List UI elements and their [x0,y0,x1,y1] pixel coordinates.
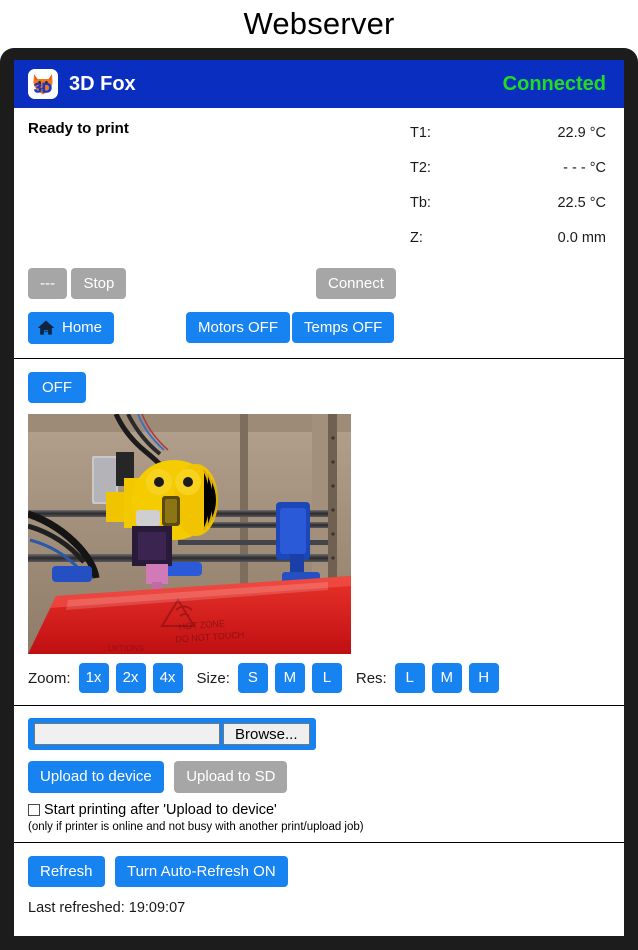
upload-section: Browse... Upload to device Upload to SD … [14,706,624,841]
upload-to-device-button[interactable]: Upload to device [28,761,164,793]
temp-value-tb: 22.5 °C [557,195,606,211]
house-icon [36,318,56,338]
temp-row-tb: Tb: 22.5 °C [410,186,606,221]
pause-button[interactable]: --- [28,268,67,300]
temperature-readouts: T1: 22.9 °C T2: - - - °C Tb: 22.5 °C Z: … [410,116,606,256]
screenshot-root: Webserver 3D 3D Fox Connected Ready to p… [0,0,638,950]
size-m-button[interactable]: M [274,663,305,694]
temp-label-t1: T1: [410,125,431,141]
webcam-controls: Zoom: 1x 2x 4x Size: S M L Res: L M H [28,663,624,694]
page-title: Webserver [243,6,395,41]
temp-label-tb: Tb: [410,195,431,211]
connect-button[interactable]: Connect [316,268,396,300]
app-header: 3D 3D Fox Connected [14,60,624,108]
autostart-row: Start printing after 'Upload to device' [28,802,624,818]
temp-row-t1: T1: 22.9 °C [410,116,606,151]
zoom-label: Zoom: [28,669,71,687]
stop-button[interactable]: Stop [71,268,127,300]
home-button[interactable]: Home [28,312,115,344]
res-h-button[interactable]: H [468,663,499,694]
upload-buttons-row: Upload to device Upload to SD [28,761,624,793]
webcam-section: OFF HOT ZONE DO NOT TOUCH UKTIONS Zoom: … [14,359,624,705]
refresh-section: Refresh Turn Auto-Refresh ON Last refres… [14,843,624,916]
zoom-2x-button[interactable]: 2x [115,663,146,694]
webcam-stream-image[interactable]: HOT ZONE DO NOT TOUCH UKTIONS [28,414,351,655]
autostart-checkbox[interactable] [28,803,40,816]
device-bezel: 3D 3D Fox Connected Ready to print T1: 2… [0,48,638,950]
size-s-button[interactable]: S [237,663,268,694]
webcam-toggle-button[interactable]: OFF [28,372,86,404]
toggle-auto-refresh-button[interactable]: Turn Auto-Refresh ON [114,855,288,887]
printer-control-row-2: Home Motors OFF Temps OFF [14,312,624,358]
status-block: Ready to print T1: 22.9 °C T2: - - - °C … [14,108,624,268]
res-l-button[interactable]: L [394,663,425,694]
temp-row-z: Z: 0.0 mm [410,221,606,256]
temp-value-t2: - - - °C [563,160,606,176]
home-button-label: Home [62,319,103,337]
size-l-button[interactable]: L [311,663,342,694]
autostart-note: (only if printer is online and not busy … [28,820,364,833]
app-name: 3D Fox [69,72,136,95]
svg-text:UKTIONS: UKTIONS [108,644,144,653]
browse-button[interactable]: Browse... [223,723,310,746]
refresh-button[interactable]: Refresh [28,855,105,887]
printer-control-row-1: --- Stop Connect [14,268,624,312]
motors-off-button[interactable]: Motors OFF [186,312,291,344]
upload-to-sd-button[interactable]: Upload to SD [174,761,288,793]
autostart-label: Start printing after 'Upload to device' [44,801,277,818]
temp-row-t2: T2: - - - °C [410,151,606,186]
res-label: Res: [355,669,387,687]
size-label: Size: [196,669,230,687]
printer-state-text: Ready to print [28,120,129,137]
zoom-1x-button[interactable]: 1x [78,663,109,694]
temp-label-z: Z: [410,230,423,246]
res-m-button[interactable]: M [431,663,462,694]
connection-status-badge: Connected [502,72,606,95]
zoom-4x-button[interactable]: 4x [152,663,183,694]
device-screen: 3D 3D Fox Connected Ready to print T1: 2… [14,60,624,936]
file-picker[interactable]: Browse... [28,718,316,751]
temp-value-z: 0.0 mm [557,230,606,246]
last-refreshed-text: Last refreshed: 19:09:07 [28,899,186,916]
file-path-input[interactable] [34,723,220,746]
svg-text:3D: 3D [34,80,52,96]
temps-off-button[interactable]: Temps OFF [292,312,395,344]
temp-label-t2: T2: [410,160,431,176]
fox-3d-logo-icon: 3D [28,69,58,99]
temp-value-t1: 22.9 °C [557,125,606,141]
